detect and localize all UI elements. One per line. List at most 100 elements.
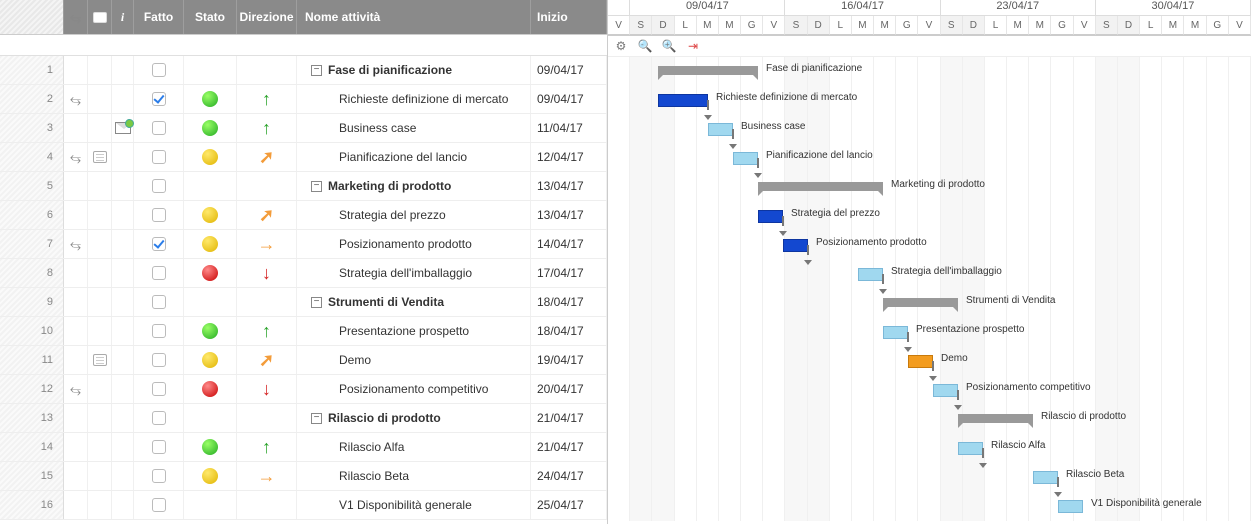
table-row[interactable]: 8↓Strategia dell'imballaggio17/04/17	[0, 259, 607, 288]
day-header[interactable]: D	[808, 16, 830, 35]
cell-done[interactable]	[134, 230, 184, 258]
col-state[interactable]: Stato	[184, 0, 237, 34]
cell-attach[interactable]: ⥃	[64, 143, 88, 171]
table-row[interactable]: 16V1 Disponibilità generale25/04/17	[0, 491, 607, 520]
cell-done[interactable]	[134, 114, 184, 142]
cell-name[interactable]: Strategia del prezzo	[297, 201, 531, 229]
table-row[interactable]: 7⥃→Posizionamento prodotto14/04/17	[0, 230, 607, 259]
cell-note[interactable]	[88, 114, 112, 142]
collapse-toggle[interactable]: −	[311, 297, 322, 308]
day-header[interactable]: G	[741, 16, 763, 35]
cell-done[interactable]	[134, 85, 184, 113]
cell-info[interactable]	[112, 85, 134, 113]
day-header[interactable]: M	[1184, 16, 1206, 35]
cell-done[interactable]	[134, 462, 184, 490]
cell-attach[interactable]	[64, 491, 88, 519]
col-note[interactable]	[88, 0, 112, 34]
cell-info[interactable]	[112, 346, 134, 374]
done-checkbox[interactable]	[152, 150, 166, 164]
cell-name[interactable]: Posizionamento competitivo	[297, 375, 531, 403]
cell-done[interactable]	[134, 172, 184, 200]
day-header[interactable]: V	[763, 16, 785, 35]
table-row[interactable]: 15→Rilascio Beta24/04/17	[0, 462, 607, 491]
col-done[interactable]: Fatto	[134, 0, 184, 34]
cell-state[interactable]	[184, 404, 237, 432]
gantt-summary-bar[interactable]	[883, 298, 958, 307]
cell-state[interactable]	[184, 143, 237, 171]
gantt-row[interactable]: Strumenti di Vendita	[608, 289, 1251, 318]
cell-info[interactable]	[112, 172, 134, 200]
gantt-task-bar[interactable]	[1058, 500, 1083, 513]
cell-direction[interactable]	[237, 491, 297, 519]
table-row[interactable]: 13−Rilascio di prodotto21/04/17	[0, 404, 607, 433]
cell-start[interactable]: 21/04/17	[531, 433, 607, 461]
cell-direction[interactable]: ➚	[237, 201, 297, 229]
cell-name[interactable]: Rilascio Alfa	[297, 433, 531, 461]
day-header[interactable]: V	[608, 16, 630, 35]
cell-done[interactable]	[134, 143, 184, 171]
day-header[interactable]: L	[830, 16, 852, 35]
cell-start[interactable]: 20/04/17	[531, 375, 607, 403]
cell-name[interactable]: Demo	[297, 346, 531, 374]
table-row[interactable]: 14↑Rilascio Alfa21/04/17	[0, 433, 607, 462]
cell-attach[interactable]	[64, 346, 88, 374]
gantt-row[interactable]: Posizionamento competitivo	[608, 376, 1251, 405]
cell-note[interactable]	[88, 375, 112, 403]
done-checkbox[interactable]	[152, 324, 166, 338]
day-header[interactable]: D	[963, 16, 985, 35]
cell-direction[interactable]: ↓	[237, 259, 297, 287]
table-row[interactable]: 5−Marketing di prodotto13/04/17	[0, 172, 607, 201]
table-row[interactable]: 6➚Strategia del prezzo13/04/17	[0, 201, 607, 230]
cell-name[interactable]: Rilascio Beta	[297, 462, 531, 490]
day-header[interactable]: S	[941, 16, 963, 35]
collapse-toggle[interactable]: −	[311, 181, 322, 192]
cell-attach[interactable]: ⥃	[64, 85, 88, 113]
cell-state[interactable]	[184, 288, 237, 316]
day-header[interactable]: V	[1229, 16, 1251, 35]
done-checkbox[interactable]	[152, 440, 166, 454]
done-checkbox[interactable]	[152, 237, 166, 251]
cell-name[interactable]: −Fase di pianificazione	[297, 56, 531, 84]
cell-name[interactable]: Business case	[297, 114, 531, 142]
cell-note[interactable]	[88, 433, 112, 461]
cell-done[interactable]	[134, 288, 184, 316]
cell-info[interactable]	[112, 201, 134, 229]
zoom-out-icon[interactable]: 🔍-	[638, 39, 652, 53]
gantt-row[interactable]: Pianificazione del lancio	[608, 144, 1251, 173]
table-row[interactable]: 2⥃↑Richieste definizione di mercato09/04…	[0, 85, 607, 114]
cell-attach[interactable]	[64, 114, 88, 142]
indent-icon[interactable]: ⇥	[686, 39, 700, 53]
gantt-row[interactable]: Presentazione prospetto	[608, 318, 1251, 347]
cell-attach[interactable]	[64, 201, 88, 229]
cell-attach[interactable]: ⥃	[64, 230, 88, 258]
gantt-row[interactable]: Posizionamento prodotto	[608, 231, 1251, 260]
cell-done[interactable]	[134, 259, 184, 287]
day-header[interactable]: V	[918, 16, 940, 35]
day-header[interactable]: G	[1051, 16, 1073, 35]
table-row[interactable]: 12⥃↓Posizionamento competitivo20/04/17	[0, 375, 607, 404]
cell-state[interactable]	[184, 172, 237, 200]
day-header[interactable]: V	[1074, 16, 1096, 35]
table-row[interactable]: 10↑Presentazione prospetto18/04/17	[0, 317, 607, 346]
cell-name[interactable]: −Marketing di prodotto	[297, 172, 531, 200]
day-header[interactable]: D	[1118, 16, 1140, 35]
cell-note[interactable]	[88, 85, 112, 113]
cell-start[interactable]: 24/04/17	[531, 462, 607, 490]
done-checkbox[interactable]	[152, 382, 166, 396]
cell-info[interactable]	[112, 143, 134, 171]
cell-attach[interactable]	[64, 462, 88, 490]
cell-note[interactable]	[88, 143, 112, 171]
cell-info[interactable]	[112, 288, 134, 316]
cell-state[interactable]	[184, 462, 237, 490]
cell-direction[interactable]	[237, 172, 297, 200]
week-header[interactable]: 09/04/17	[630, 0, 785, 16]
cell-direction[interactable]: ↑	[237, 114, 297, 142]
cell-state[interactable]	[184, 491, 237, 519]
collapse-toggle[interactable]: −	[311, 65, 322, 76]
table-row[interactable]: 4⥃➚Pianificazione del lancio12/04/17	[0, 143, 607, 172]
gantt-summary-bar[interactable]	[658, 66, 758, 75]
zoom-in-icon[interactable]: 🔍+	[662, 39, 676, 53]
gantt-task-bar[interactable]	[658, 94, 708, 107]
cell-direction[interactable]: ↑	[237, 85, 297, 113]
week-header[interactable]: 16/04/17	[785, 0, 940, 16]
